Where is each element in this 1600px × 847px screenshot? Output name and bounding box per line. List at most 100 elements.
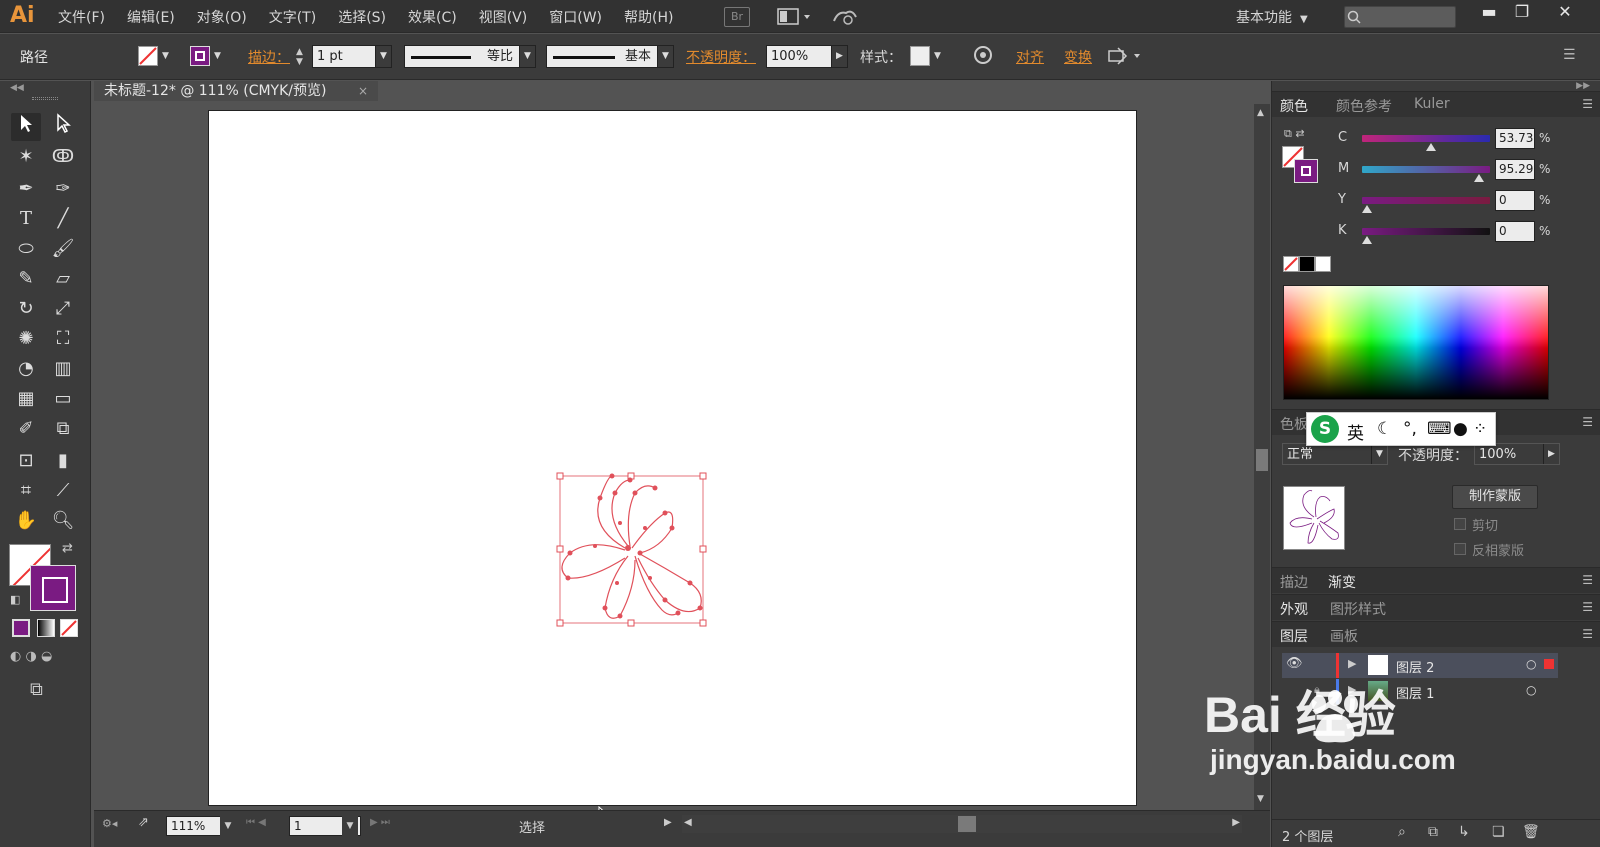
selected-flower-path[interactable]	[550, 468, 720, 638]
tab-stroke[interactable]: 描边	[1280, 572, 1308, 592]
stroke-color-box[interactable]	[30, 565, 76, 611]
type-tool-icon[interactable]: T	[11, 205, 41, 233]
tab-appearance[interactable]: 外观	[1280, 599, 1308, 619]
ellipse-tool-icon[interactable]: ⬭	[11, 235, 41, 263]
warp-tool-icon[interactable]: ✺	[11, 325, 41, 353]
channel-m-knob[interactable]	[1474, 174, 1485, 182]
opacity-field[interactable]: 100% ▶	[766, 45, 848, 68]
none-swatch[interactable]	[1283, 256, 1299, 272]
isolate-object-icon[interactable]	[1106, 46, 1144, 70]
punctuation-icon[interactable]: °,	[1403, 419, 1417, 439]
menu-file[interactable]: 文件(F)	[58, 7, 105, 27]
status-mode[interactable]: 选择	[519, 817, 545, 836]
gradient-mode-icon[interactable]	[37, 619, 55, 637]
new-sublayer-icon[interactable]: ↳	[1458, 824, 1470, 840]
share-icon[interactable]: ⇗	[138, 815, 149, 830]
more-tools-icon[interactable]: ⁘	[1473, 419, 1487, 439]
zoom-dropdown-icon[interactable]: ▼	[220, 816, 236, 836]
zoom-tool-icon[interactable]: 🔍︎	[48, 507, 78, 535]
help-search-input[interactable]	[1344, 6, 1456, 28]
graphic-style-swatch[interactable]	[910, 46, 930, 66]
mesh-tool-icon[interactable]: ▦	[11, 385, 41, 413]
channel-c-knob[interactable]	[1425, 143, 1436, 151]
blend-tool-icon[interactable]: ⧉	[48, 415, 78, 443]
transparency-opacity-field[interactable]: 100% ▶	[1474, 443, 1560, 465]
collapse-panel-icon[interactable]: ◀◀	[10, 83, 24, 93]
opacity-panel-link[interactable]: 不透明度：	[686, 47, 756, 67]
selection-tool-icon[interactable]	[11, 113, 41, 141]
channel-m-slider[interactable]	[1362, 166, 1490, 182]
stroke-weight-field[interactable]: 1 pt ▼	[312, 45, 392, 68]
channel-k-slider[interactable]	[1362, 228, 1490, 244]
tab-layers[interactable]: 图层	[1280, 626, 1308, 646]
panel-menu-icon[interactable]: ☰	[1582, 415, 1593, 429]
lasso-tool-icon[interactable]: ↂ	[48, 143, 78, 171]
artboard-dropdown-icon[interactable]: ▼	[342, 816, 358, 836]
black-swatch[interactable]	[1299, 256, 1315, 272]
layer-row[interactable]: 👁︎ ▶ 图层 2 ○	[1282, 653, 1558, 678]
restore-button[interactable]: ❐	[1505, 2, 1539, 26]
scroll-down-icon[interactable]: ▼	[1257, 794, 1264, 804]
sync-settings-icon[interactable]	[830, 7, 860, 27]
tab-color-guide[interactable]: 颜色参考	[1336, 96, 1392, 116]
align-panel-link[interactable]: 对齐	[1016, 47, 1044, 67]
selection-indicator[interactable]	[1544, 659, 1554, 669]
none-mode-icon[interactable]	[60, 619, 78, 637]
tab-graphic-styles[interactable]: 图形样式	[1330, 599, 1386, 619]
panel-menu-icon[interactable]: ☰	[1582, 627, 1593, 641]
recolor-artwork-icon[interactable]	[972, 44, 994, 70]
brush-definition[interactable]: 基本 ▼	[546, 45, 674, 68]
color-stroke-swatch[interactable]	[1294, 159, 1318, 183]
workspace-switcher[interactable]: 基本功能 ▼	[1236, 7, 1308, 27]
blend-mode-select[interactable]: 正常 ▼	[1282, 443, 1388, 465]
stroke-panel-link[interactable]: 描边：	[248, 47, 290, 67]
menu-object[interactable]: 对象(O)	[197, 7, 247, 27]
menu-effect[interactable]: 效果(C)	[408, 7, 457, 27]
make-clipping-mask-icon[interactable]: ⧉	[1428, 824, 1438, 840]
transform-panel-link[interactable]: 变换	[1064, 47, 1092, 67]
close-button[interactable]: ✕	[1548, 2, 1582, 26]
magic-wand-tool-icon[interactable]: ✶	[11, 143, 41, 171]
document-tab[interactable]: 未标题-12* @ 111% (CMYK/预览) ×	[94, 81, 378, 103]
make-mask-button[interactable]: 制作蒙版	[1452, 485, 1538, 509]
invert-mask-checkbox[interactable]	[1454, 543, 1466, 555]
channel-k-knob[interactable]	[1362, 236, 1372, 244]
tab-kuler[interactable]: Kuler	[1414, 96, 1450, 112]
stroke-swatch[interactable]	[190, 46, 210, 66]
last-artboard-icon[interactable]: ▶ ⏭	[370, 817, 390, 828]
menu-type[interactable]: 文字(T)	[269, 7, 316, 27]
variable-width-profile[interactable]: 等比 ▼	[404, 45, 536, 68]
eye-icon[interactable]: 👁︎	[1286, 656, 1303, 671]
horizontal-scrollbar[interactable]: ◀ ▶	[682, 815, 1242, 833]
menu-edit[interactable]: 编辑(E)	[127, 7, 175, 27]
arrange-documents-icon[interactable]	[776, 7, 814, 27]
moon-icon[interactable]: ☾	[1377, 419, 1392, 439]
close-tab-icon[interactable]: ×	[358, 81, 368, 102]
slice-tool-icon[interactable]: ⟋	[48, 477, 78, 505]
tab-gradient[interactable]: 渐变	[1328, 572, 1356, 592]
toolbox-grip[interactable]	[32, 97, 58, 100]
pencil-tool-icon[interactable]: ✎	[11, 265, 41, 293]
white-swatch[interactable]	[1315, 256, 1331, 272]
line-segment-tool-icon[interactable]: ╱	[48, 205, 78, 233]
status-menu-icon[interactable]: ▶	[664, 817, 672, 828]
swap-fill-stroke-icon[interactable]: ⇄	[62, 541, 73, 556]
panel-menu-icon[interactable]: ☰	[1582, 97, 1593, 111]
channel-y-knob[interactable]	[1362, 205, 1372, 213]
panel-menu-icon[interactable]: ☰	[1582, 600, 1593, 614]
default-colors-icon[interactable]: ⧉ ⇄	[1284, 127, 1305, 141]
free-transform-tool-icon[interactable]: ⛶	[48, 325, 78, 353]
curvature-tool-icon[interactable]: ✑	[48, 175, 78, 203]
layer-name[interactable]: 图层 2	[1396, 657, 1434, 676]
new-layer-icon[interactable]: ❏	[1492, 824, 1505, 840]
locate-object-icon[interactable]: ⌕	[1398, 824, 1406, 840]
eyedropper-tool-icon[interactable]: ✐	[11, 415, 41, 443]
tab-artboards[interactable]: 画板	[1330, 626, 1358, 646]
tab-color[interactable]: 颜色	[1280, 96, 1308, 116]
target-icon[interactable]: ○	[1526, 657, 1536, 671]
color-spectrum[interactable]	[1283, 285, 1549, 400]
shape-builder-tool-icon[interactable]: ◔	[11, 355, 41, 383]
artboard-tool-icon[interactable]: ⌗	[11, 477, 41, 505]
clip-checkbox[interactable]	[1454, 518, 1466, 530]
channel-k-input[interactable]: 0	[1495, 221, 1535, 242]
